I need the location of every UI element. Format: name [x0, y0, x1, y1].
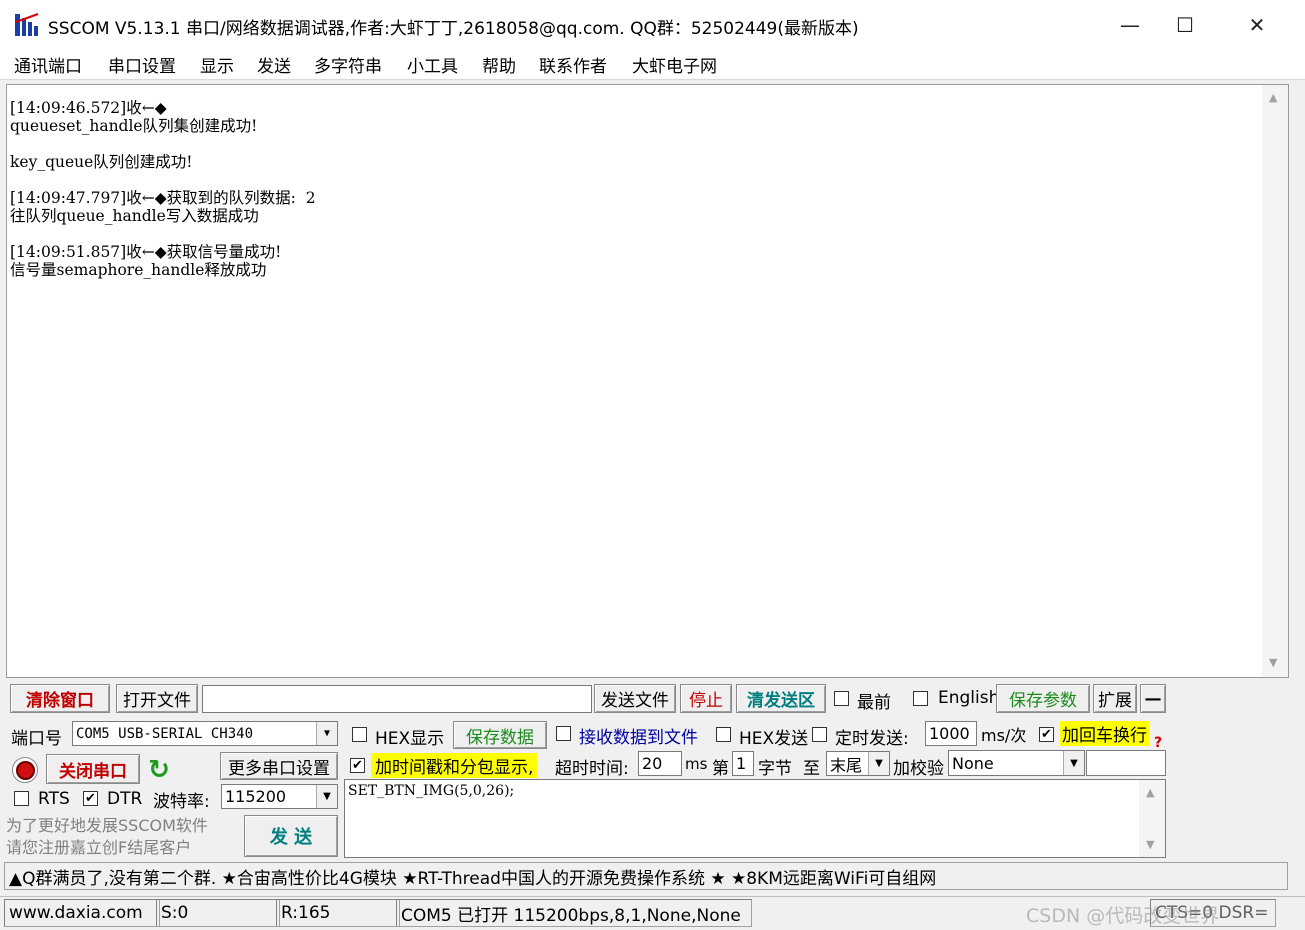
rts-checkbox[interactable]: [14, 791, 29, 806]
file-path-input[interactable]: [202, 685, 592, 713]
promo-text: 为了更好地发展SSCOM软件 请您注册嘉立创F结尾客户: [6, 815, 242, 859]
menu-multi-string[interactable]: 多字符串: [314, 52, 382, 77]
add-crlf-checkbox[interactable]: ✔: [1039, 727, 1054, 742]
clear-window-button[interactable]: 清除窗口: [10, 684, 110, 713]
hex-display-label: HEX显示: [375, 729, 445, 749]
sent-count: S:0: [156, 899, 280, 927]
topmost-label: 最前: [857, 693, 891, 713]
interval-unit-label: ms/次: [981, 726, 1027, 745]
open-file-button[interactable]: 打开文件: [116, 684, 198, 713]
timeout-label: 超时时间:: [555, 759, 629, 779]
menu-send[interactable]: 发送: [257, 52, 291, 77]
window-title: SSCOM V5.13.1 串口/网络数据调试器,作者:大虾丁丁,2618058…: [48, 19, 859, 39]
checksum-value: None: [952, 753, 994, 773]
chevron-down-icon[interactable]: ▼: [1063, 751, 1084, 775]
menu-help[interactable]: 帮助: [482, 52, 516, 77]
port-select[interactable]: COM5 USB-SERIAL CH340 ▼: [72, 721, 338, 746]
recv-to-file-label[interactable]: 接收数据到文件: [579, 723, 698, 748]
maximize-button[interactable]: ☐: [1150, 0, 1220, 50]
website-link[interactable]: www.daxia.com: [4, 899, 160, 927]
to-label: 至: [803, 759, 820, 779]
save-data-button[interactable]: 保存数据: [453, 721, 547, 749]
timeout-unit-label: ms: [685, 755, 708, 773]
byte-prefix-label: 第: [712, 759, 729, 779]
timeout-input[interactable]: 20: [638, 751, 682, 776]
end-byte-value: 末尾: [830, 755, 863, 775]
send-text-area[interactable]: SET_BTN_IMG(5,0,26); ▲ ▼: [344, 779, 1166, 858]
status-bar: www.daxia.com S:0 R:165 COM5 已打开 115200b…: [0, 896, 1305, 930]
end-byte-select[interactable]: 末尾 ▼: [826, 751, 890, 776]
send-file-button[interactable]: 发送文件: [594, 684, 676, 713]
timestamp-checkbox[interactable]: ✔: [350, 758, 365, 773]
menu-comm-port[interactable]: 通讯端口: [14, 52, 82, 77]
start-byte-input[interactable]: 1: [732, 751, 754, 776]
hex-display-checkbox[interactable]: [352, 727, 367, 742]
timed-send-label: 定时发送:: [835, 729, 909, 749]
scroll-down-arrow-icon[interactable]: ▼: [1269, 656, 1277, 669]
receive-log: [14:09:46.572]收←◆ queueset_handle队列集创建成功…: [10, 99, 316, 279]
port-state: COM5 已打开 115200bps,8,1,None,None: [396, 899, 752, 927]
send-scrollbar[interactable]: ▲ ▼: [1139, 780, 1165, 857]
dtr-label: DTR: [107, 789, 143, 809]
rts-label: RTS: [38, 789, 70, 809]
close-button[interactable]: ✕: [1222, 0, 1292, 50]
menu-contact-author[interactable]: 联系作者: [539, 52, 607, 77]
menu-daxia-site[interactable]: 大虾电子网: [632, 52, 717, 77]
timed-send-checkbox[interactable]: [812, 727, 827, 742]
baud-rate-label: 波特率:: [153, 792, 210, 812]
help-question-icon[interactable]: ?: [1154, 735, 1162, 751]
expand-button[interactable]: 扩展: [1093, 684, 1137, 713]
title-bar: SSCOM V5.13.1 串口/网络数据调试器,作者:大虾丁丁,2618058…: [0, 0, 1305, 50]
menu-tools[interactable]: 小工具: [407, 52, 458, 77]
receive-scrollbar[interactable]: ▲ ▼: [1262, 85, 1288, 677]
stop-button[interactable]: 停止: [680, 684, 732, 713]
scroll-down-arrow-icon[interactable]: ▼: [1146, 838, 1154, 851]
english-label: English: [938, 688, 1000, 708]
scroll-up-arrow-icon[interactable]: ▲: [1269, 91, 1277, 104]
byte-suffix-label: 字节: [758, 759, 792, 779]
close-port-button[interactable]: 关闭串口: [46, 754, 140, 784]
receive-text-area[interactable]: [14:09:46.572]收←◆ queueset_handle队列集创建成功…: [6, 84, 1289, 678]
clear-send-area-button[interactable]: 清发送区: [736, 684, 826, 713]
recv-to-file-checkbox[interactable]: [556, 726, 571, 741]
csdn-watermark: CSDN @代码改变世界: [1026, 905, 1220, 927]
refresh-icon[interactable]: ↻: [146, 755, 172, 785]
dtr-checkbox[interactable]: ✔: [83, 791, 98, 806]
collapse-button[interactable]: —: [1140, 684, 1166, 713]
english-checkbox[interactable]: [913, 691, 928, 706]
more-port-settings-button[interactable]: 更多串口设置: [220, 752, 338, 780]
port-value: COM5 USB-SERIAL CH340: [76, 725, 254, 742]
send-text: SET_BTN_IMG(5,0,26);: [348, 783, 515, 799]
send-interval-input[interactable]: 1000: [925, 721, 977, 746]
send-button[interactable]: 发 送: [244, 815, 338, 857]
checksum-output-field: [1086, 750, 1166, 776]
menu-display[interactable]: 显示: [200, 52, 234, 77]
baud-rate-value: 115200: [225, 787, 287, 806]
scroll-up-arrow-icon[interactable]: ▲: [1146, 786, 1154, 799]
menu-serial-settings[interactable]: 串口设置: [108, 52, 176, 77]
chevron-down-icon[interactable]: ▼: [868, 752, 889, 775]
checksum-label: 加校验: [893, 759, 944, 779]
save-params-button[interactable]: 保存参数: [996, 684, 1090, 713]
hex-send-label: HEX发送: [739, 729, 809, 749]
topmost-checkbox[interactable]: [834, 691, 849, 706]
add-crlf-label: 加回车换行: [1060, 721, 1149, 746]
baud-rate-select[interactable]: 115200 ▼: [221, 784, 338, 809]
timestamp-label: 加时间戳和分包显示,: [371, 753, 538, 778]
sscom-app-icon: [15, 13, 39, 36]
port-status-indicator-icon: [12, 757, 38, 783]
menu-bar: 通讯端口 串口设置 显示 发送 多字符串 小工具 帮助 联系作者 大虾电子网: [0, 50, 1305, 80]
chevron-down-icon[interactable]: ▼: [316, 722, 337, 745]
checksum-select[interactable]: None ▼: [948, 750, 1085, 776]
port-label: 端口号: [11, 729, 62, 749]
chevron-down-icon[interactable]: ▼: [316, 785, 337, 808]
promo-line-2: 请您注册嘉立创F结尾客户: [6, 838, 192, 857]
promo-line-1: 为了更好地发展SSCOM软件: [6, 816, 208, 835]
marquee-bar[interactable]: ▲Q群满员了,没有第二个群. ★合宙高性价比4G模块 ★RT-Thread中国人…: [4, 862, 1288, 890]
hex-send-checkbox[interactable]: [716, 727, 731, 742]
received-count: R:165: [276, 899, 400, 927]
